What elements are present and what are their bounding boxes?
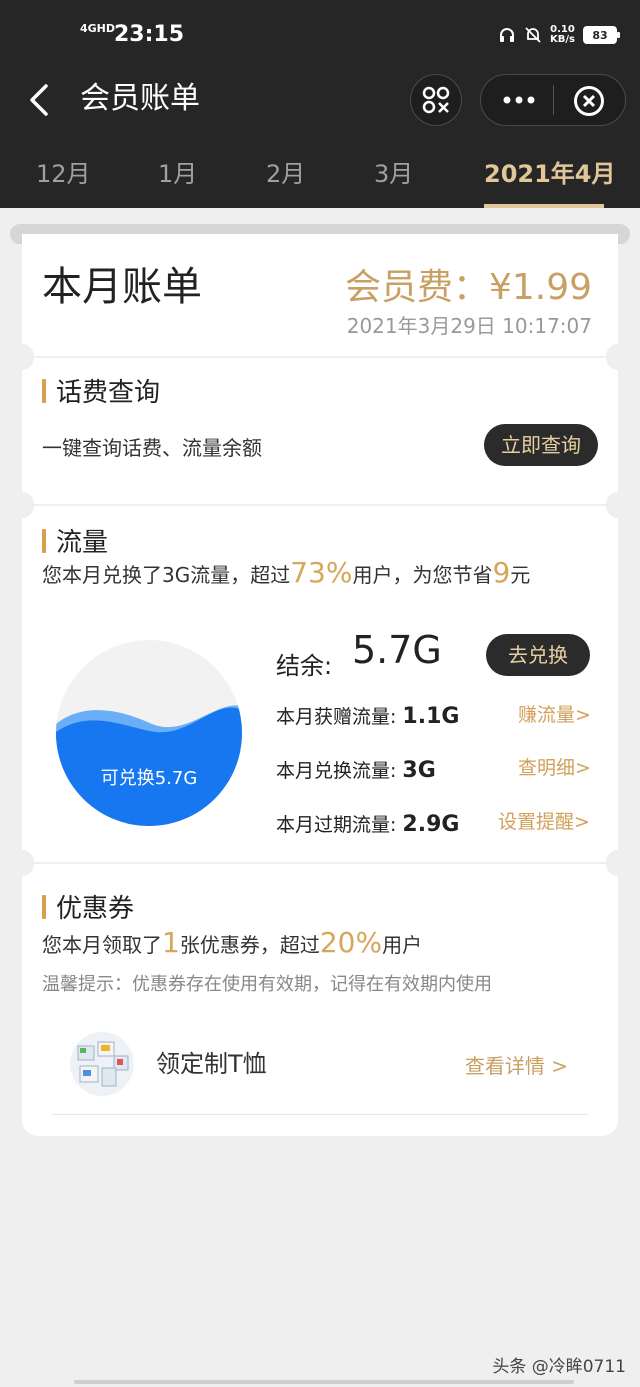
summary-percent: 73%	[290, 556, 353, 589]
coupon-card: 优惠券 您本月领取了1张优惠券，超过20%用户 温馨提示：优惠券存在使用有效期，…	[10, 852, 630, 1136]
tab-january[interactable]: 1月	[158, 156, 197, 196]
coupon-item-name: 领定制T恤	[156, 1050, 267, 1078]
nav-bar: 会员账单	[0, 58, 640, 144]
phone-fee-desc: 一键查询话费、流量余额	[42, 436, 262, 460]
bill-summary-card: 本月账单 会员费：¥1.99 2021年3月29日 10:17:07	[10, 234, 630, 368]
card-notch	[606, 346, 630, 370]
status-bar: 4GHD 23:15 0.10 KB/s 83	[0, 0, 640, 58]
mute-bell-icon	[525, 27, 541, 43]
section-title: 流量	[56, 528, 109, 558]
set-reminder-link[interactable]: 设置提醒>	[498, 807, 590, 834]
card-notch	[606, 494, 630, 518]
scan-button[interactable]	[410, 74, 462, 126]
view-details-link[interactable]: 查明细>	[518, 753, 591, 780]
tab-february[interactable]: 2月	[266, 156, 305, 196]
summary-count: 1	[162, 926, 180, 959]
data-flow-card: 流量 您本月兑换了3G流量，超过73%用户，为您节省9元 可兑换5.7G 结余:…	[10, 494, 630, 874]
summary-text: 张优惠券，超过	[179, 933, 320, 957]
section-accent-bar	[42, 894, 46, 919]
mini-program-capsule	[480, 74, 626, 126]
data-balance-wave	[56, 640, 242, 826]
card-notch	[10, 346, 34, 370]
redeem-button[interactable]: 去兑换	[486, 634, 590, 676]
tab-december[interactable]: 12月	[36, 156, 91, 196]
earn-data-link[interactable]: 赚流量>	[518, 700, 591, 727]
status-time: 23:15	[114, 22, 185, 47]
more-icon[interactable]	[499, 89, 539, 111]
section-accent-bar	[42, 528, 46, 553]
speed-unit: KB/s	[550, 34, 575, 45]
summary-text: 您本月领取了	[42, 933, 162, 957]
home-indicator	[74, 1380, 574, 1384]
tab-april-2021[interactable]: 2021年4月	[484, 156, 616, 196]
row-value: 3G	[402, 758, 436, 783]
row-label: 本月过期流量:	[276, 814, 397, 836]
redeemable-label: 可兑换5.7G	[100, 768, 198, 789]
network-indicator: 4GHD	[80, 22, 116, 35]
month-tabs: 12月 1月 2月 3月 2021年4月	[0, 144, 640, 208]
summary-percent: 20%	[319, 926, 383, 959]
capsule-divider	[553, 85, 554, 115]
gifted-data-row: 本月获赠流量: 1.1G	[276, 702, 459, 729]
data-flow-summary: 您本月兑换了3G流量，超过73%用户，为您节省9元	[42, 556, 530, 589]
balance-value: 5.7G	[352, 628, 442, 672]
row-label: 本月获赠流量:	[276, 706, 397, 728]
bill-date: 2021年3月29日 10:17:07	[346, 314, 592, 338]
row-label: 本月兑换流量:	[276, 760, 397, 782]
balance-label: 结余:	[276, 652, 333, 680]
scan-icon	[422, 86, 450, 114]
row-value: 2.9G	[402, 812, 460, 837]
status-icons: 0.10 KB/s 83	[498, 22, 620, 48]
watermark: 头条 @冷眸0711	[492, 1357, 626, 1377]
summary-text: 元	[510, 563, 531, 587]
tab-march[interactable]: 3月	[374, 156, 413, 196]
bill-title: 本月账单	[42, 264, 202, 310]
card-notch	[10, 494, 34, 518]
coupon-details-link[interactable]: 查看详情 >	[465, 1050, 568, 1079]
summary-savings: 9	[492, 556, 511, 589]
membership-fee: 会员费：¥1.99	[344, 267, 592, 308]
coupon-heading: 优惠券	[42, 888, 134, 925]
coupon-summary: 您本月领取了1张优惠券，超过20%用户	[42, 926, 422, 959]
network-speed: 0.10 KB/s	[550, 25, 575, 45]
summary-text: 您本月兑换了3G流量，超过	[42, 563, 291, 587]
divider	[52, 1114, 588, 1115]
expired-data-row: 本月过期流量: 2.9G	[276, 810, 459, 837]
battery-level: 83	[592, 28, 608, 42]
redeemed-data-row: 本月兑换流量: 3G	[276, 756, 436, 783]
section-title: 优惠券	[56, 894, 135, 924]
card-notch	[606, 852, 630, 876]
card-notch	[10, 852, 34, 876]
close-icon[interactable]	[573, 85, 605, 117]
summary-text: 用户	[382, 933, 423, 957]
phone-fee-card: 话费查询 一键查询话费、流量余额 立即查询	[10, 346, 630, 516]
section-accent-bar	[42, 378, 46, 403]
headphones-icon	[500, 28, 514, 42]
active-tab-indicator	[484, 204, 604, 208]
data-flow-heading: 流量	[42, 522, 108, 559]
section-title: 话费查询	[56, 378, 161, 408]
page-title: 会员账单	[80, 81, 200, 116]
tshirt-thumbnail	[70, 1032, 134, 1096]
back-icon[interactable]	[22, 80, 58, 120]
phone-fee-heading: 话费查询	[42, 372, 160, 409]
row-value: 1.1G	[402, 704, 460, 729]
battery-icon: 83	[582, 26, 620, 44]
coupon-tip: 温馨提示：优惠券存在使用有效期，记得在有效期内使用	[42, 974, 492, 995]
query-now-button[interactable]: 立即查询	[484, 424, 598, 466]
summary-text: 用户，为您节省	[352, 563, 493, 587]
